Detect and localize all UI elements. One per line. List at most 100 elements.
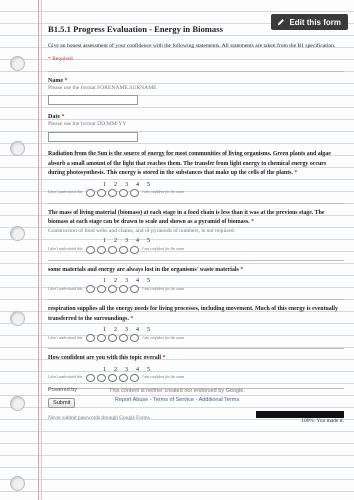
scale-number: 2 xyxy=(114,366,117,373)
rating-radio[interactable] xyxy=(130,285,140,294)
scale-number: 4 xyxy=(136,238,139,245)
rating-radio[interactable] xyxy=(108,188,118,197)
scale-number: 3 xyxy=(125,278,128,285)
scale-question: The mass of living material (biomass) at… xyxy=(48,209,344,261)
date-input[interactable] xyxy=(48,131,138,142)
divider xyxy=(48,70,344,72)
scale-low-label: I don't understand this xyxy=(48,246,83,251)
scale-number: 1 xyxy=(103,238,106,245)
name-label: Name * xyxy=(48,77,68,84)
punch-hole xyxy=(10,141,25,156)
scale-number: 5 xyxy=(147,181,150,188)
rating-radio[interactable] xyxy=(108,285,118,294)
progress-text: 100%: You made it. xyxy=(301,418,344,425)
rating-radio[interactable] xyxy=(86,374,96,383)
punch-hole xyxy=(10,311,25,326)
rating-radio[interactable] xyxy=(108,245,118,254)
scale-number: 3 xyxy=(125,366,128,373)
question-help-text: Construction of food webs and chains, an… xyxy=(48,227,236,234)
rating-radio[interactable] xyxy=(108,374,118,383)
progress-indicator: 100%: You made it. xyxy=(256,411,344,425)
rating-radio[interactable] xyxy=(86,245,96,254)
rating-radio[interactable] xyxy=(119,245,129,254)
rating-radio[interactable] xyxy=(86,285,96,294)
divider xyxy=(48,299,344,301)
rating-radio[interactable] xyxy=(97,285,107,294)
scale-number: 3 xyxy=(125,327,128,334)
scale-high-label: I am confident for the exam xyxy=(142,286,185,291)
scale-number: 5 xyxy=(147,327,150,334)
rating-radio[interactable] xyxy=(119,374,129,383)
scale-question: How confident are you with this topic ov… xyxy=(48,354,344,390)
date-question: Date * Please use the format DD/MM/YY xyxy=(48,113,344,142)
rating-scale: 1 2 3 4 5 I don't understand this I am confide… xyxy=(48,237,344,254)
notebook-margin-line xyxy=(38,0,39,500)
scale-high-label: I am confident for the exam xyxy=(142,375,185,380)
rating-radio[interactable] xyxy=(97,245,107,254)
scale-number: 1 xyxy=(103,366,106,373)
rating-radio[interactable] xyxy=(86,334,96,343)
disclaimer: This content is neither created nor endo… xyxy=(109,388,245,394)
additional-terms-link[interactable]: Additional Terms xyxy=(199,397,240,403)
required-note: * Required xyxy=(48,56,73,63)
rating-radio[interactable] xyxy=(130,245,140,254)
punch-hole xyxy=(10,476,25,491)
scale-question: respiration supplies all the energy need… xyxy=(48,305,344,350)
scale-number: 1 xyxy=(103,278,106,285)
rating-radio[interactable] xyxy=(130,188,140,197)
notebook-margin-line-2 xyxy=(41,0,42,500)
form-description: Give an honest assessment of your confid… xyxy=(48,42,336,49)
rating-scale: 1 2 3 4 5 I don't understand this I am confide… xyxy=(48,277,344,294)
punch-hole xyxy=(10,56,25,71)
punch-hole xyxy=(10,226,25,241)
divider xyxy=(48,259,344,261)
rating-radio[interactable] xyxy=(119,285,129,294)
scale-number: 4 xyxy=(136,327,139,334)
rating-radio[interactable] xyxy=(86,188,96,197)
scale-high-label: I am confident for the exam xyxy=(142,246,185,251)
question-text: How confident are you with this topic ov… xyxy=(48,355,166,362)
name-help-text: Please use the format FORENAME.SURNAME xyxy=(48,84,157,91)
rating-scale: 1 2 3 4 5 I don't understand this I am confide… xyxy=(48,181,344,197)
scale-number: 5 xyxy=(147,366,150,373)
date-help-text: Please use the format DD/MM/YY xyxy=(48,121,127,128)
scale-number: 1 xyxy=(103,327,106,334)
scale-number: 2 xyxy=(114,278,117,285)
form-container: B1.5.1 Progress Evaluation - Energy in B… xyxy=(48,24,344,425)
scale-number: 3 xyxy=(125,238,128,245)
scale-number: 4 xyxy=(136,181,139,188)
scale-high-label: I am confident for the exam xyxy=(142,190,185,195)
scale-number: 3 xyxy=(125,181,128,188)
question-text: some materials and energy are always los… xyxy=(48,266,244,273)
rating-scale: 1 2 3 4 5 I don't understand this I am confide… xyxy=(48,326,344,343)
divider xyxy=(48,348,344,350)
scale-high-label: I am confident for the exam xyxy=(142,335,185,340)
rating-radio[interactable] xyxy=(97,334,107,343)
rating-radio[interactable] xyxy=(119,334,129,343)
scale-number: 4 xyxy=(136,366,139,373)
name-input[interactable] xyxy=(48,95,138,106)
rating-radio[interactable] xyxy=(108,334,118,343)
scale-low-label: I don't understand this xyxy=(48,190,83,195)
question-text: Radiation from the Sun is the source of … xyxy=(48,150,331,177)
password-warning: Never submit passwords through Google Fo… xyxy=(48,414,151,421)
scale-question: some materials and energy are always los… xyxy=(48,266,344,301)
scale-number: 4 xyxy=(136,278,139,285)
progress-bar xyxy=(256,411,344,419)
report-abuse-link[interactable]: Report Abuse xyxy=(115,397,148,403)
rating-scale: 1 2 3 4 5 I don't understand this I am confide… xyxy=(48,366,344,383)
scale-number: 5 xyxy=(147,238,150,245)
rating-radio[interactable] xyxy=(119,188,129,197)
rating-radio[interactable] xyxy=(130,334,140,343)
rating-radio[interactable] xyxy=(97,374,107,383)
scale-number: 2 xyxy=(114,238,117,245)
scale-number: 2 xyxy=(114,327,117,334)
scale-low-label: I don't understand this xyxy=(48,335,83,340)
scale-number: 2 xyxy=(114,181,117,188)
footer-links: Report Abuse - Terms of Service - Additi… xyxy=(114,397,240,403)
scale-low-label: I don't understand this xyxy=(48,286,83,291)
rating-radio[interactable] xyxy=(130,374,140,383)
scale-question: Radiation from the Sun is the source of … xyxy=(48,150,344,204)
rating-radio[interactable] xyxy=(97,188,107,197)
terms-link[interactable]: Terms of Service xyxy=(153,397,194,403)
